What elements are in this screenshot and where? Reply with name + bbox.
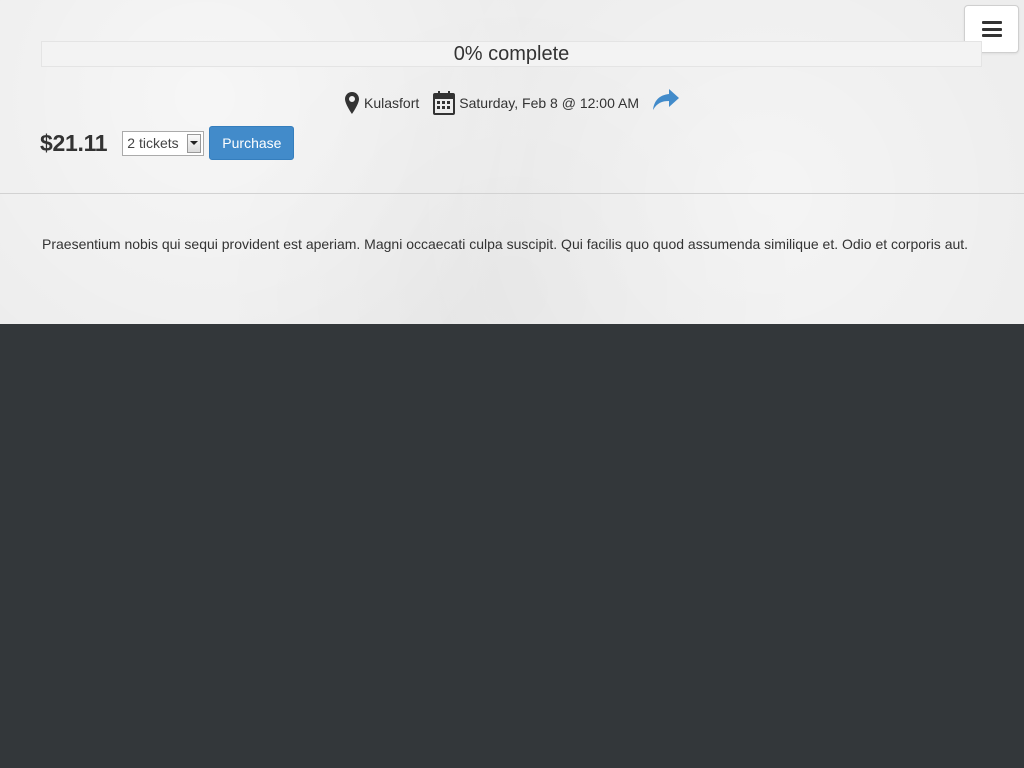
event-description: Praesentium nobis qui sequi provident es… — [42, 236, 969, 252]
purchase-button[interactable]: Purchase — [209, 126, 295, 160]
ticket-quantity-select[interactable]: 2 tickets — [122, 130, 205, 156]
ticket-quantity-value: 2 tickets — [127, 135, 179, 151]
event-meta: Kulasfort Saturday, Feb 8 @ 12:00 AM — [0, 86, 1024, 120]
purchase-row: $21.11 2 tickets Purchase — [40, 126, 295, 160]
share-arrow-icon[interactable] — [652, 89, 679, 111]
progress-bar: 0% complete — [41, 41, 982, 67]
event-date: Saturday, Feb 8 @ 12:00 AM — [433, 91, 639, 115]
calendar-icon — [433, 91, 456, 115]
ticket-price: $21.11 — [40, 129, 108, 156]
event-panel: 0% complete Kulasfort Saturday, Feb 8 @ … — [0, 0, 1024, 324]
chevron-down-icon — [187, 133, 202, 153]
location-label: Kulasfort — [364, 95, 420, 111]
event-location: Kulasfort — [345, 92, 419, 114]
map-marker-icon — [345, 92, 360, 114]
divider — [0, 193, 1024, 194]
date-label: Saturday, Feb 8 @ 12:00 AM — [459, 95, 639, 111]
progress-label: 0% complete — [453, 43, 570, 65]
hamburger-menu-icon — [981, 21, 1002, 37]
